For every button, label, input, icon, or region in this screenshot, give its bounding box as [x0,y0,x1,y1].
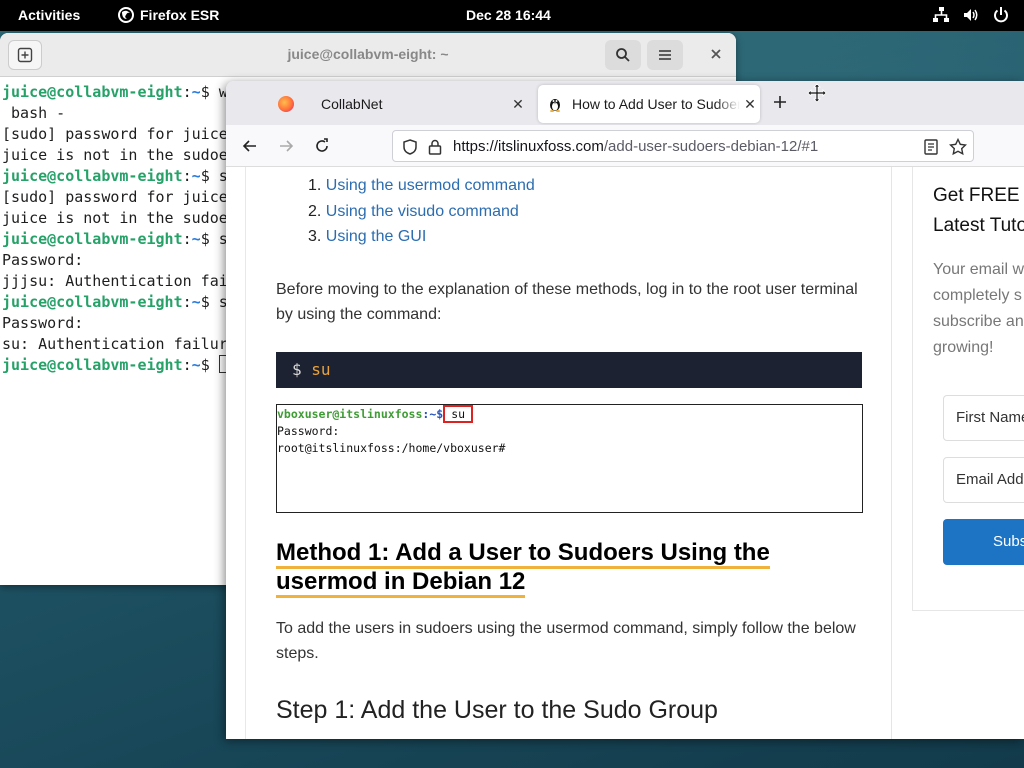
url-domain: https://itslinuxfoss.com [453,138,604,155]
close-icon [711,49,721,59]
subscribe-button[interactable]: Subs [943,519,1024,565]
reader-view-icon[interactable] [922,138,940,156]
toc-link-usermod[interactable]: Using the usermod command [326,177,535,194]
url-path: /add-user-sudoers-debian-12/#1 [603,138,819,155]
prompt-user: juice@collabvm-eight [2,293,183,311]
terminal-search-button[interactable] [605,40,641,70]
network-icon [932,6,950,24]
arrow-left-icon [242,140,256,152]
code-prompt: $ [292,360,302,379]
prompt-user: juice@collabvm-eight [2,356,183,374]
new-tab-button[interactable] [772,91,788,115]
first-name-input[interactable]: First Name [943,395,1024,441]
toc-link-visudo[interactable]: Using the visudo command [326,203,519,220]
prompt-path: ~ [191,83,201,101]
newsletter-title: Get FREE U Latest Tuto [933,185,1024,236]
tab-how-to-add-user[interactable]: How to Add User to Sudoers ✕ [538,85,760,123]
prompt-user: juice@collabvm-eight [2,83,183,101]
activities-button[interactable]: Activities [18,7,80,23]
newsletter-card: Get FREE U Latest Tuto Your email w comp… [912,167,1024,611]
tux-favicon-icon [538,96,572,112]
terminal-headerbar[interactable]: juice@collabvm-eight: ~ [0,33,736,77]
prompt-user: juice@collabvm-eight [2,230,183,248]
hamburger-icon [659,50,671,60]
sidebar: Get FREE U Latest Tuto Your email w comp… [891,167,1024,739]
list-item: 3. Using the GUI [308,228,427,245]
reload-icon [316,138,328,152]
url-text[interactable]: https://itslinuxfoss.com/add-user-sudoer… [453,138,818,155]
back-button[interactable] [240,136,260,156]
page-content[interactable]: 1. Using the usermod command 2. Using th… [226,167,1024,739]
method-paragraph: To add the users in sudoers using the us… [276,620,856,662]
firefox-app-icon [118,7,134,23]
forward-button[interactable] [276,136,296,156]
search-icon [616,48,630,62]
email-input[interactable]: Email Addr [943,457,1024,503]
prompt-path: ~ [191,293,201,311]
bookmark-star-icon[interactable] [948,137,968,156]
prompt-user: juice@collabvm-eight [2,167,183,185]
top-bar: Activities Firefox ESR Dec 28 16:44 [0,0,1024,31]
method-heading: Method 1: Add a User to Sudoers Using th… [276,538,866,598]
intro-paragraph: Before moving to the explanation of thes… [276,281,858,323]
list-item: 2. Using the visudo command [308,202,519,220]
firefox-window[interactable]: CollabNet ✕ How to Add User to Sudoers ✕ [226,81,1024,739]
prompt-path: ~ [191,230,201,248]
power-icon [992,6,1010,24]
newsletter-description: Your email w completely s subscribe an g… [933,261,1024,356]
code-block[interactable]: $ su [276,352,862,388]
prompt-path: ~ [191,167,201,185]
close-icon[interactable]: ✕ [508,96,528,113]
tab-strip[interactable]: CollabNet ✕ How to Add User to Sudoers ✕ [226,81,1024,125]
tab-label: How to Add User to Sudoers [572,96,740,112]
clock[interactable]: Dec 28 16:44 [466,7,551,23]
system-tray[interactable] [932,6,1010,24]
terminal-screenshot-image: vboxuser@itslinuxfoss:~$ su Password: roo… [276,404,863,513]
tab-collabnet[interactable]: CollabNet ✕ [266,85,528,123]
arrow-right-icon [280,140,294,152]
highlighted-command: su [443,405,474,423]
move-cursor-icon [807,83,827,107]
terminal-close-button[interactable] [710,46,722,64]
table-of-contents: 1. Using the usermod command 2. Using th… [308,177,535,254]
step-heading: Step 1: Add the User to the Sudo Group [276,696,718,724]
volume-icon [962,6,980,24]
url-bar[interactable]: https://itslinuxfoss.com/add-user-sudoer… [392,130,974,162]
shield-icon[interactable] [401,138,419,156]
navigation-toolbar[interactable]: https://itslinuxfoss.com/add-user-sudoer… [226,125,1024,167]
app-name-label: Firefox ESR [140,7,220,23]
lock-icon[interactable] [426,138,444,156]
close-icon[interactable]: ✕ [740,96,760,113]
app-menu[interactable]: Firefox ESR [118,7,219,23]
reload-button[interactable] [312,136,332,156]
prompt-path: ~ [191,356,201,374]
terminal-menu-button[interactable] [647,40,683,70]
list-item: 1. Using the usermod command [308,177,535,194]
code-command: su [311,360,331,379]
toc-link-gui[interactable]: Using the GUI [326,228,426,245]
plus-icon [774,96,786,108]
tab-label: CollabNet [321,96,383,112]
left-gutter [226,167,246,739]
